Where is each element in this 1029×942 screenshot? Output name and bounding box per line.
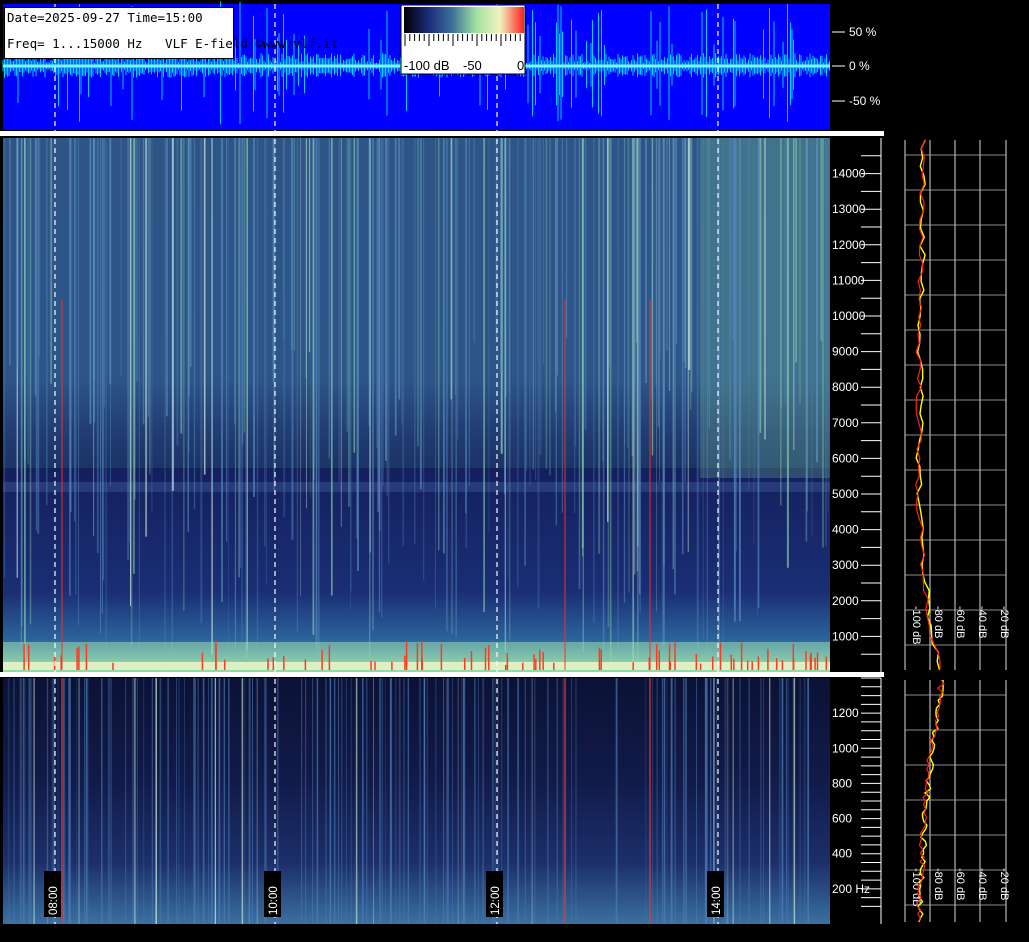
frequency-tick-label: 1000 xyxy=(832,741,859,755)
amplitude-label: 0 % xyxy=(849,59,870,73)
frequency-line: Freq= 1...15000 Hz VLF E-field ©www.vlf.… xyxy=(7,36,339,51)
frequency-tick-label: 12000 xyxy=(832,238,866,252)
db-tick-label: -40 dB xyxy=(976,606,988,638)
frequency-tick-label: 200 Hz xyxy=(832,882,870,896)
db-tick-label: -60 dB xyxy=(954,606,966,638)
frequency-tick-label: 10000 xyxy=(832,309,866,323)
frequency-tick-label: 9000 xyxy=(832,345,859,359)
frequency-tick-label: 6000 xyxy=(832,451,859,465)
frequency-tick-label: 1200 xyxy=(832,706,859,720)
db-tick-label: -80 dB xyxy=(932,606,944,638)
frequency-tick-label: 2000 xyxy=(832,594,859,608)
frequency-tick-label: 11000 xyxy=(832,273,865,287)
frequency-tick-label: 600 xyxy=(832,812,852,826)
db-tick-label: -60 dB xyxy=(954,868,966,900)
frequency-tick-label: 7000 xyxy=(832,416,859,430)
db-tick-label: -20 dB xyxy=(998,606,1010,638)
separator-middle xyxy=(0,672,884,677)
frequency-tick-label: 3000 xyxy=(832,558,859,572)
time-tick-label: 12:00 xyxy=(490,886,502,915)
date-time-line: Date=2025-09-27 Time=15:00 xyxy=(7,10,203,25)
frequency-tick-label: 800 xyxy=(832,776,852,790)
frequency-tick-label: 400 xyxy=(832,847,852,861)
upper-low-band xyxy=(3,642,830,664)
colorbar-label: -50 xyxy=(463,58,482,73)
upper-edge-band xyxy=(3,662,830,670)
colorbar-gradient xyxy=(404,7,524,33)
frequency-tick-label: 13000 xyxy=(832,202,866,216)
colorbar-label: 0 xyxy=(517,58,524,73)
time-tick-label: 14:00 xyxy=(711,886,723,915)
info-box: Date=2025-09-27 Time=15:00 Freq= 1...150… xyxy=(4,7,338,59)
frequency-tick-label: 1000 xyxy=(832,629,859,643)
db-tick-label: -20 dB xyxy=(998,868,1010,900)
colorbar-label: -100 dB xyxy=(404,58,450,73)
db-tick-label: -40 dB xyxy=(976,868,988,900)
frequency-tick-label: 4000 xyxy=(832,523,859,537)
separator-top xyxy=(0,131,884,136)
colorbar: -100 dB -50 0 xyxy=(400,4,526,75)
time-tick-label: 08:00 xyxy=(48,886,60,915)
frequency-tick-label: 5000 xyxy=(832,487,859,501)
amplitude-label: -50 % xyxy=(849,94,881,108)
frequency-tick-label: 14000 xyxy=(832,167,866,181)
upper-band-5k xyxy=(3,482,830,492)
db-tick-label: -80 dB xyxy=(932,868,944,900)
frequency-tick-label: 8000 xyxy=(832,380,859,394)
time-tick-label: 10:00 xyxy=(268,886,280,915)
spectrogram-figure: 08:00 10:00 12:00 14:00 -100 dB -50 0 50 % 0 % -5… xyxy=(0,1,1010,924)
vlf-spectrogram-screen: 08:00 10:00 12:00 14:00 -100 dB -50 0 50 % 0 % -5… xyxy=(0,0,1029,942)
db-tick-label: -100 dB xyxy=(910,606,922,645)
amplitude-label: 50 % xyxy=(849,25,877,39)
